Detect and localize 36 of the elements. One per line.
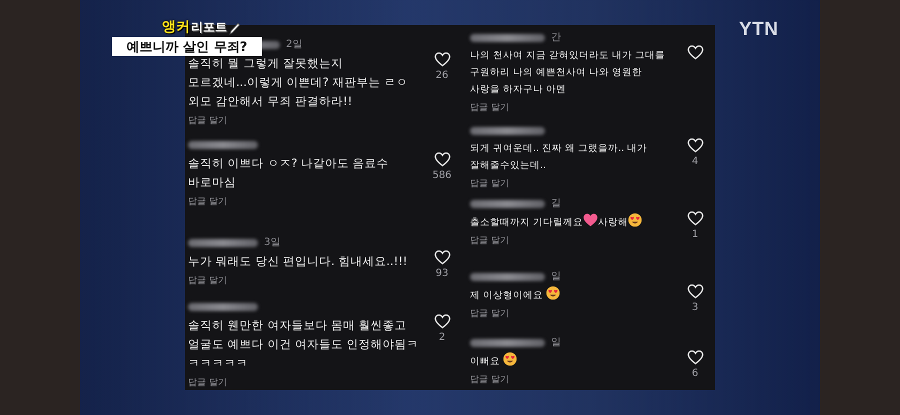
- like-count: 4: [692, 155, 698, 168]
- comment-text: 이뻐요: [470, 352, 561, 370]
- reply-link[interactable]: 답글 달기: [470, 102, 509, 114]
- reply-link[interactable]: 답글 달기: [470, 374, 509, 386]
- comment-text: 출소할때까지 기다릴께요 사랑해: [470, 213, 642, 231]
- comment-text: 솔직히 뭘 그렇게 잘못했는지 모르겠네...이렇게 이쁜데? 재판부는 ㄹㅇ 외모 감안해서 무죄 판결하라!!: [188, 55, 408, 110]
- channel-logo: YTN: [739, 19, 778, 40]
- comment-time: 일: [551, 337, 561, 349]
- reply-link[interactable]: 답글 달기: [188, 377, 227, 389]
- like-count: 6: [692, 367, 698, 380]
- reply-link[interactable]: 답글 달기: [188, 115, 227, 127]
- comment-time: 일: [551, 271, 561, 283]
- like-count: 586: [432, 169, 452, 182]
- report-tag: 앵커: [162, 18, 190, 36]
- reply-link[interactable]: 답글 달기: [188, 275, 227, 287]
- headline-caption: 예쁘니까 살인 무죄?: [112, 37, 262, 56]
- reply-link[interactable]: 답글 달기: [188, 196, 227, 208]
- report-tag: 리포트: [191, 19, 227, 36]
- like-count: 1: [692, 228, 698, 241]
- like-count: 93: [436, 267, 448, 280]
- like-count: 3: [692, 301, 698, 314]
- comment-time: 간: [551, 32, 561, 44]
- reply-link[interactable]: 답글 달기: [470, 308, 509, 320]
- comment-time: 2일: [286, 39, 302, 51]
- comment-text: 누가 뭐래도 당신 편입니다. 힘내세요..!!!: [188, 253, 408, 270]
- comment-text: 솔직히 이쁘다 ㅇㅈ? 나같아도 음료수 바로마심: [188, 155, 389, 191]
- like-count: 26: [436, 69, 448, 82]
- comment-text: 나의 천사여 지금 갇혀있더라도 내가 그대를 구원하리 나의 예쁜천사여 나와 영원한 사랑을 하자구나 아멘: [470, 49, 666, 97]
- reply-link[interactable]: 답글 달기: [470, 235, 509, 247]
- comment-time: 3일: [264, 237, 280, 249]
- comment-text: 제 이상형이에요: [470, 286, 561, 304]
- reply-link[interactable]: 답글 달기: [470, 178, 509, 190]
- comment-time: 길: [551, 198, 561, 210]
- comment-text: 되게 귀여운데.. 진짜 왜 그랬을까.. 내가 잘해줄수있는데..: [470, 142, 648, 173]
- comment-text: 솔직히 웬만한 여자들보다 몸매 훨씬좋고 얼굴도 예쁘다 이건 여자들도 인정해야됨ㅋㅋㅋㅋㅋㅋ: [188, 317, 420, 372]
- like-count: 2: [438, 331, 446, 344]
